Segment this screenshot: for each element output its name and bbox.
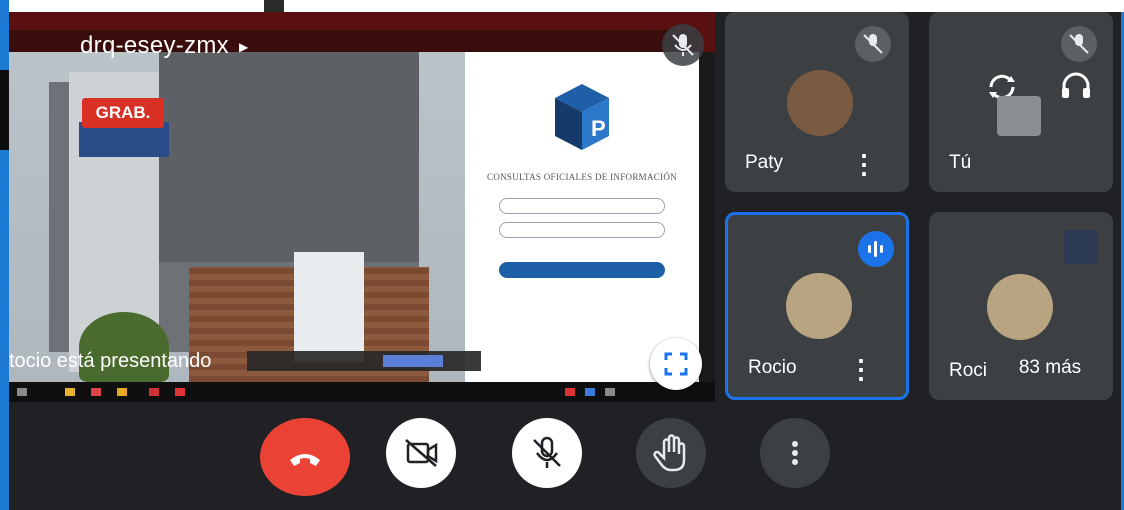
windows-start-icon	[17, 388, 27, 396]
participant-name: Paty	[745, 152, 784, 173]
building-upper	[159, 52, 419, 262]
taskbar-app-icon	[91, 388, 101, 396]
participant-tile-rocio-speaking[interactable]: Rocio ⋮	[725, 212, 909, 400]
taskbar-video-icon	[149, 388, 159, 396]
presenter-label: tocio está presentando	[9, 350, 212, 372]
mic-off-icon	[855, 26, 891, 62]
tray-icon	[565, 388, 575, 396]
login-submit-button	[499, 262, 665, 278]
svg-text:P: P	[591, 116, 606, 141]
shared-building-photo	[9, 52, 469, 382]
audio-wave-icon	[858, 231, 894, 267]
cube-logo-icon: P	[555, 84, 609, 150]
shared-login-panel: P CONSULTAS OFICIALES DE INFORMACIÓN	[465, 52, 699, 382]
participant-tile-self[interactable]: Tú	[929, 12, 1113, 192]
mic-toggle-button[interactable]	[512, 418, 582, 488]
phone-hangup-icon	[290, 454, 320, 466]
more-participants-pill[interactable]: 83 más	[994, 347, 1106, 389]
login-title: CONSULTAS OFICIALES DE INFORMACIÓN	[487, 172, 677, 182]
mic-off-icon	[533, 436, 561, 468]
meeting-code[interactable]: drq-esey-zmx ▶	[80, 32, 249, 60]
frame-left-strip	[0, 70, 9, 150]
frame-tab	[264, 0, 284, 12]
shared-taskbar	[9, 382, 715, 402]
building-sign	[294, 252, 364, 362]
hangup-button[interactable]	[260, 418, 350, 496]
taskbar-app2-icon	[175, 388, 185, 396]
participant-name: Tú	[949, 152, 972, 173]
presentation-mic-off-icon	[662, 24, 704, 66]
login-email-field	[499, 198, 665, 214]
chevron-right-icon: ▶	[238, 39, 249, 54]
frame-top-bar	[0, 0, 1124, 12]
headphones-icon[interactable]	[1059, 70, 1093, 100]
more-vert-icon[interactable]: ⋮	[851, 149, 877, 180]
fullscreen-button[interactable]	[650, 338, 702, 390]
recording-badge: GRAB.	[82, 98, 164, 128]
login-password-field	[499, 222, 665, 238]
stop-sharing-button	[383, 355, 443, 367]
taskbar-folder-icon	[117, 388, 127, 396]
more-vert-icon	[792, 441, 798, 465]
camera-off-icon	[405, 439, 438, 467]
camera-toggle-button[interactable]	[386, 418, 456, 488]
more-options-button[interactable]	[760, 418, 830, 488]
raise-hand-button[interactable]	[636, 418, 706, 488]
participant-tile-paty[interactable]: Paty ⋮	[725, 12, 909, 192]
tray-icon-2	[585, 388, 595, 396]
avatar-roci	[987, 274, 1053, 340]
participant-name: Rocio	[748, 357, 797, 378]
avatar-paty	[787, 70, 853, 136]
self-video-thumbnail	[997, 96, 1041, 136]
fullscreen-icon	[664, 352, 688, 376]
meeting-code-text: drq-esey-zmx	[80, 32, 229, 59]
frame-left-border	[0, 0, 9, 510]
avatar-rocio	[786, 273, 852, 339]
tile-indicator	[1064, 230, 1098, 264]
more-vert-icon[interactable]: ⋮	[848, 354, 874, 385]
tray-icon-3	[605, 388, 615, 396]
raise-hand-icon	[653, 434, 686, 472]
taskbar-chrome-icon	[65, 388, 75, 396]
mic-off-icon	[1061, 26, 1097, 62]
participant-name: Roci	[949, 360, 988, 381]
presentation-view[interactable]: P CONSULTAS OFICIALES DE INFORMACIÓN	[9, 12, 715, 402]
meet-window: P CONSULTAS OFICIALES DE INFORMACIÓN drq…	[0, 0, 1124, 510]
screen-share-notice	[247, 351, 481, 371]
hide-notice-button	[451, 355, 477, 367]
